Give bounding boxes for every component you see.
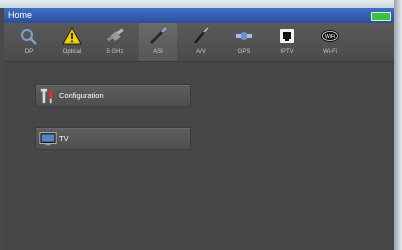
configuration-label: Configuration — [59, 91, 104, 100]
tools-icon — [40, 88, 53, 104]
tab-wifi[interactable]: WiFi Wi-Fi — [311, 23, 349, 61]
device-bezel-right — [394, 0, 402, 250]
tab-gps[interactable]: GPS — [225, 23, 263, 61]
tab-5ghz[interactable]: 5 GHz — [96, 23, 134, 61]
wifi-icon: WiFi — [321, 30, 339, 42]
configuration-button[interactable]: Configuration — [35, 84, 191, 107]
tab-label: Optical — [62, 49, 82, 55]
tab-iptv[interactable]: IPTV — [268, 23, 306, 61]
tab-label: GPS — [237, 49, 251, 55]
tab-label: Wi-Fi — [323, 49, 337, 55]
tab-asi[interactable]: ASI — [139, 23, 177, 61]
title-bar: Home — [4, 8, 394, 23]
warning-icon — [62, 26, 82, 45]
window-title: Home — [8, 10, 33, 20]
tab-label: IPTV — [280, 49, 294, 55]
tab-label: ASI — [153, 49, 163, 55]
ethernet-icon — [280, 29, 294, 43]
cable-icon — [149, 27, 167, 45]
tab-label: 5 GHz — [106, 49, 124, 55]
svg-text:WiFi: WiFi — [325, 34, 335, 40]
tv-label: TV — [59, 134, 69, 143]
tab-label: DP — [24, 49, 34, 55]
tv-icon — [39, 132, 57, 146]
device-bezel-top — [0, 0, 402, 8]
tab-optical[interactable]: Optical — [53, 23, 91, 61]
av-cable-icon — [194, 27, 209, 44]
tab-label: A/V — [196, 49, 206, 55]
tab-dp[interactable]: DP — [10, 23, 48, 61]
tab-av[interactable]: A/V — [182, 23, 220, 61]
dish-search-icon — [21, 29, 37, 45]
screen: Home DP Optical 5 GHz ASI A/V GPS IPTV W… — [4, 8, 394, 250]
toolbar: DP Optical 5 GHz ASI A/V GPS IPTV WiFi W… — [4, 23, 394, 62]
tv-button[interactable]: TV — [35, 127, 191, 150]
battery-icon — [371, 12, 391, 21]
satellite-icon — [106, 28, 124, 42]
gps-satellite-icon — [236, 32, 252, 40]
